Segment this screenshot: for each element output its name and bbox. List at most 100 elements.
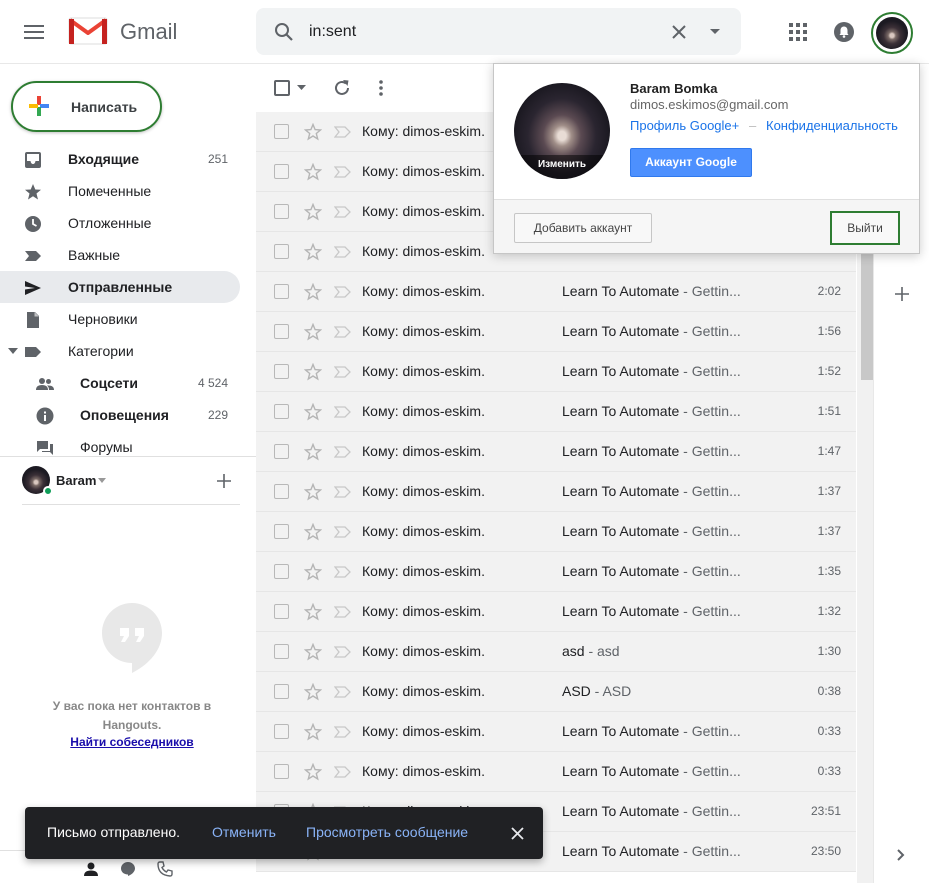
sidebar-item-sent[interactable]: Отправленные xyxy=(0,271,240,303)
sidebar-item-forums[interactable]: Форумы xyxy=(0,431,240,463)
importance-marker[interactable] xyxy=(333,644,353,660)
more-options-button[interactable] xyxy=(370,77,392,99)
row-checkbox[interactable] xyxy=(274,604,289,619)
star-button[interactable] xyxy=(303,602,323,622)
importance-marker[interactable] xyxy=(333,724,353,740)
row-checkbox[interactable] xyxy=(274,204,289,219)
tab-contacts[interactable] xyxy=(81,859,101,879)
star-button[interactable] xyxy=(303,282,323,302)
google-plus-profile-link[interactable]: Профиль Google+ xyxy=(630,118,739,133)
sidebar-item-updates[interactable]: Оповещения 229 xyxy=(0,399,240,431)
mail-row[interactable]: Кому: dimos-eskim. Learn To Automate - G… xyxy=(256,272,856,312)
row-checkbox[interactable] xyxy=(274,164,289,179)
gmail-logo[interactable] xyxy=(68,16,108,46)
star-button[interactable] xyxy=(303,122,323,142)
star-button[interactable] xyxy=(303,202,323,222)
get-addons-button[interactable] xyxy=(891,283,913,305)
sign-out-button[interactable]: Выйти xyxy=(830,211,900,245)
mail-row[interactable]: Кому: dimos-eskim. Learn To Automate - G… xyxy=(256,592,856,632)
importance-marker[interactable] xyxy=(333,204,353,220)
find-contacts-link[interactable]: Найти собеседников xyxy=(40,735,224,749)
row-checkbox[interactable] xyxy=(274,684,289,699)
tab-conversations[interactable] xyxy=(118,859,138,879)
star-button[interactable] xyxy=(303,402,323,422)
importance-marker[interactable] xyxy=(333,284,353,300)
search-input[interactable]: in:sent xyxy=(309,23,356,41)
notifications-button[interactable] xyxy=(829,17,859,47)
google-account-button[interactable]: Аккаунт Google xyxy=(630,148,752,177)
star-button[interactable] xyxy=(303,722,323,742)
star-button[interactable] xyxy=(303,682,323,702)
importance-marker[interactable] xyxy=(333,444,353,460)
search-button[interactable] xyxy=(268,16,300,48)
importance-marker[interactable] xyxy=(333,404,353,420)
star-button[interactable] xyxy=(303,762,323,782)
row-checkbox[interactable] xyxy=(274,124,289,139)
star-button[interactable] xyxy=(303,442,323,462)
row-checkbox[interactable] xyxy=(274,404,289,419)
row-checkbox[interactable] xyxy=(274,644,289,659)
row-checkbox[interactable] xyxy=(274,764,289,779)
dismiss-snackbar-button[interactable] xyxy=(506,822,528,844)
star-button[interactable] xyxy=(303,322,323,342)
row-checkbox[interactable] xyxy=(274,244,289,259)
expand-side-panel-button[interactable] xyxy=(891,845,911,865)
importance-marker[interactable] xyxy=(333,124,353,140)
row-checkbox[interactable] xyxy=(274,564,289,579)
account-avatar-button[interactable] xyxy=(871,12,913,54)
sidebar-item-drafts[interactable]: Черновики xyxy=(0,303,240,335)
mail-row[interactable]: Кому: dimos-eskim. Learn To Automate - G… xyxy=(256,712,856,752)
mail-row[interactable]: Кому: dimos-eskim. Learn To Automate - G… xyxy=(256,392,856,432)
mail-row[interactable]: Кому: dimos-eskim. Learn To Automate - G… xyxy=(256,512,856,552)
sidebar-item-categories[interactable]: Категории xyxy=(0,335,240,367)
scrollbar-thumb[interactable] xyxy=(861,240,873,380)
hangouts-user-menu[interactable]: Baram xyxy=(22,466,242,496)
row-checkbox[interactable] xyxy=(274,324,289,339)
row-checkbox[interactable] xyxy=(274,364,289,379)
star-button[interactable] xyxy=(303,362,323,382)
row-checkbox[interactable] xyxy=(274,284,289,299)
row-checkbox[interactable] xyxy=(274,444,289,459)
privacy-link[interactable]: Конфиденциальность xyxy=(766,118,898,133)
star-button[interactable] xyxy=(303,562,323,582)
tab-calls[interactable] xyxy=(155,859,175,879)
mail-row[interactable]: Кому: dimos-eskim. Learn To Automate - G… xyxy=(256,352,856,392)
importance-marker[interactable] xyxy=(333,484,353,500)
undo-button[interactable]: Отменить xyxy=(212,824,276,840)
importance-marker[interactable] xyxy=(333,764,353,780)
importance-marker[interactable] xyxy=(333,684,353,700)
new-conversation-button[interactable] xyxy=(213,470,235,492)
row-checkbox[interactable] xyxy=(274,524,289,539)
star-button[interactable] xyxy=(303,482,323,502)
mail-row[interactable]: Кому: dimos-eskim. Learn To Automate - G… xyxy=(256,312,856,352)
importance-marker[interactable] xyxy=(333,364,353,380)
importance-marker[interactable] xyxy=(333,564,353,580)
sidebar-item-snoozed[interactable]: Отложенные xyxy=(0,207,240,239)
mail-row[interactable]: Кому: dimos-eskim. Learn To Automate - G… xyxy=(256,432,856,472)
view-message-button[interactable]: Просмотреть сообщение xyxy=(306,824,468,840)
importance-marker[interactable] xyxy=(333,324,353,340)
refresh-button[interactable] xyxy=(331,77,353,99)
importance-marker[interactable] xyxy=(333,244,353,260)
mail-row[interactable]: Кому: dimos-eskim. ASD - ASD 0:38 xyxy=(256,672,856,712)
change-photo-label[interactable]: Изменить xyxy=(514,155,610,179)
mail-row[interactable]: Кому: dimos-eskim. Learn To Automate - G… xyxy=(256,472,856,512)
mail-row[interactable]: Кому: dimos-eskim. asd - asd 1:30 xyxy=(256,632,856,672)
caret-down-icon[interactable] xyxy=(297,85,306,90)
search-options-button[interactable] xyxy=(700,17,730,47)
importance-marker[interactable] xyxy=(333,164,353,180)
star-button[interactable] xyxy=(303,522,323,542)
sidebar-item-social[interactable]: Соцсети 4 524 xyxy=(0,367,240,399)
mail-row[interactable]: Кому: dimos-eskim. Learn To Automate - G… xyxy=(256,752,856,792)
profile-photo[interactable]: Изменить xyxy=(514,83,610,179)
star-button[interactable] xyxy=(303,642,323,662)
main-menu-button[interactable] xyxy=(14,12,54,52)
sidebar-item-inbox[interactable]: Входящие 251 xyxy=(0,143,240,175)
star-button[interactable] xyxy=(303,162,323,182)
add-account-button[interactable]: Добавить аккаунт xyxy=(514,213,652,243)
star-button[interactable] xyxy=(303,242,323,262)
row-checkbox[interactable] xyxy=(274,484,289,499)
row-checkbox[interactable] xyxy=(274,724,289,739)
importance-marker[interactable] xyxy=(333,524,353,540)
sidebar-item-important[interactable]: Важные xyxy=(0,239,240,271)
